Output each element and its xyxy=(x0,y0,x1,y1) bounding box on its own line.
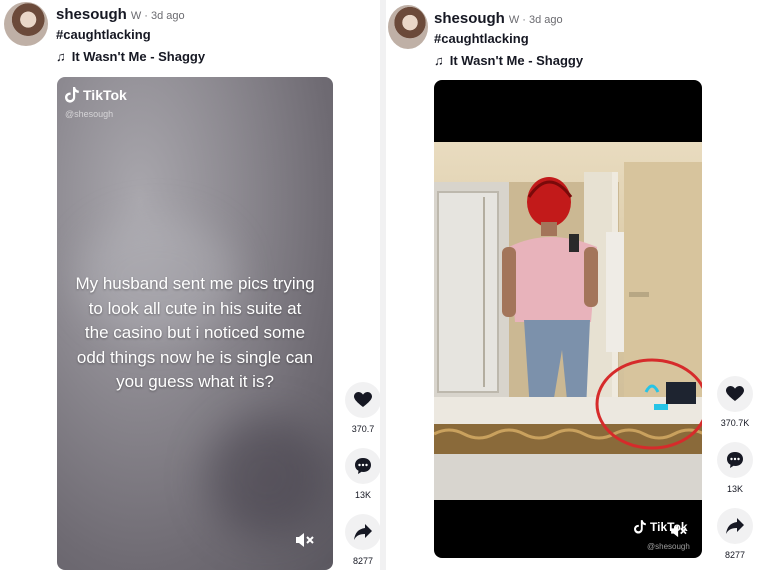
share-icon xyxy=(354,524,372,540)
tiktok-watermark: TikTok xyxy=(65,87,127,103)
music-note-icon: ♫ xyxy=(434,53,444,68)
hashtag[interactable]: #caughtlacking xyxy=(56,27,151,42)
heart-icon xyxy=(354,392,372,407)
mute-icon[interactable] xyxy=(670,524,688,541)
action-bar: 370.7K 13K 8277 xyxy=(717,376,753,570)
background-blur xyxy=(207,417,327,537)
watermark-handle: @shesough xyxy=(65,109,114,119)
tiktok-brand: TikTok xyxy=(83,87,127,103)
post-left: shesough W · 3d ago #caughtlacking ♫ It W… xyxy=(0,0,380,570)
comment-count: 13K xyxy=(726,484,743,494)
comment-count: 13K xyxy=(354,490,371,500)
avatar[interactable] xyxy=(388,5,428,49)
heart-icon xyxy=(726,386,744,401)
like-count: 370.7K xyxy=(720,418,750,428)
comment-button[interactable] xyxy=(345,448,380,484)
like-button[interactable] xyxy=(345,382,380,418)
like-button[interactable] xyxy=(717,376,753,412)
like-count: 370.7 xyxy=(351,424,375,434)
music-line[interactable]: ♫ It Wasn't Me - Shaggy xyxy=(434,53,583,68)
post-meta: W · 3d ago xyxy=(508,14,563,26)
bathroom-scene xyxy=(434,162,702,500)
share-icon xyxy=(726,518,744,534)
music-note-icon: ♫ xyxy=(56,49,66,64)
mirror-selfie-photo xyxy=(434,142,702,500)
share-button[interactable] xyxy=(717,508,753,544)
hashtag[interactable]: #caughtlacking xyxy=(434,31,529,46)
avatar[interactable] xyxy=(4,2,48,46)
author-name[interactable]: shesough xyxy=(56,6,127,23)
share-count: 8277 xyxy=(724,550,746,560)
music-line[interactable]: ♫ It Wasn't Me - Shaggy xyxy=(56,49,205,64)
comment-icon xyxy=(355,458,371,474)
video-player[interactable]: TikTok @shesough xyxy=(434,80,702,558)
comment-icon xyxy=(727,452,743,468)
action-bar: 370.7 13K 8277 xyxy=(345,382,380,570)
watermark-handle: @shesough xyxy=(647,542,690,551)
video-caption: My husband sent me pics trying to look a… xyxy=(75,274,315,391)
share-count: 8277 xyxy=(352,556,374,566)
music-title: It Wasn't Me - Shaggy xyxy=(71,49,206,64)
post-right: shesough W · 3d ago #caughtlacking ♫ It W… xyxy=(386,0,758,570)
comment-button[interactable] xyxy=(717,442,753,478)
tiktok-logo-icon xyxy=(634,520,646,534)
author-name[interactable]: shesough xyxy=(434,10,505,27)
post-meta: W · 3d ago xyxy=(130,10,185,22)
tiktok-logo-icon xyxy=(65,87,79,103)
music-title: It Wasn't Me - Shaggy xyxy=(449,53,584,68)
author-line: shesough W · 3d ago xyxy=(56,6,185,23)
video-player[interactable]: TikTok @shesough My husband sent me pics… xyxy=(57,77,333,570)
share-button[interactable] xyxy=(345,514,380,550)
mute-icon[interactable] xyxy=(295,532,315,551)
author-line: shesough W · 3d ago xyxy=(434,10,563,27)
